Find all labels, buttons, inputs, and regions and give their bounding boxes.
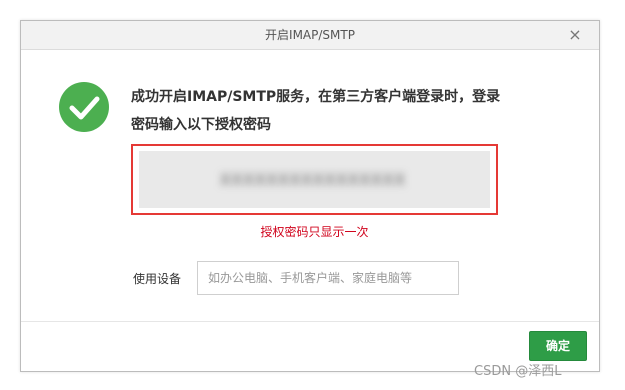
watermark: CSDN @泽西L <box>474 364 562 379</box>
auth-code-box: XXXXXXXXXXXXXXXX <box>131 144 498 215</box>
imap-smtp-dialog: 开启IMAP/SMTP × 成功开启IMAP/SMTP服务，在第三方客户端登录时… <box>20 20 600 372</box>
auth-code-field: XXXXXXXXXXXXXXXX <box>139 151 490 208</box>
device-input[interactable] <box>197 261 459 295</box>
success-message: 成功开启IMAP/SMTP服务，在第三方客户端登录时，登录密码输入以下授权密码 <box>131 89 501 133</box>
confirm-button[interactable]: 确定 <box>529 331 587 361</box>
close-icon[interactable]: × <box>565 24 585 46</box>
auth-code-hint: 授权密码只显示一次 <box>260 225 369 239</box>
footer-divider <box>21 321 599 322</box>
device-label: 使用设备 <box>133 272 182 286</box>
check-circle-icon <box>59 82 109 132</box>
dialog-titlebar: 开启IMAP/SMTP × <box>21 21 599 50</box>
dialog-title: 开启IMAP/SMTP <box>265 28 355 42</box>
auth-code-text: XXXXXXXXXXXXXXXX <box>220 170 407 189</box>
